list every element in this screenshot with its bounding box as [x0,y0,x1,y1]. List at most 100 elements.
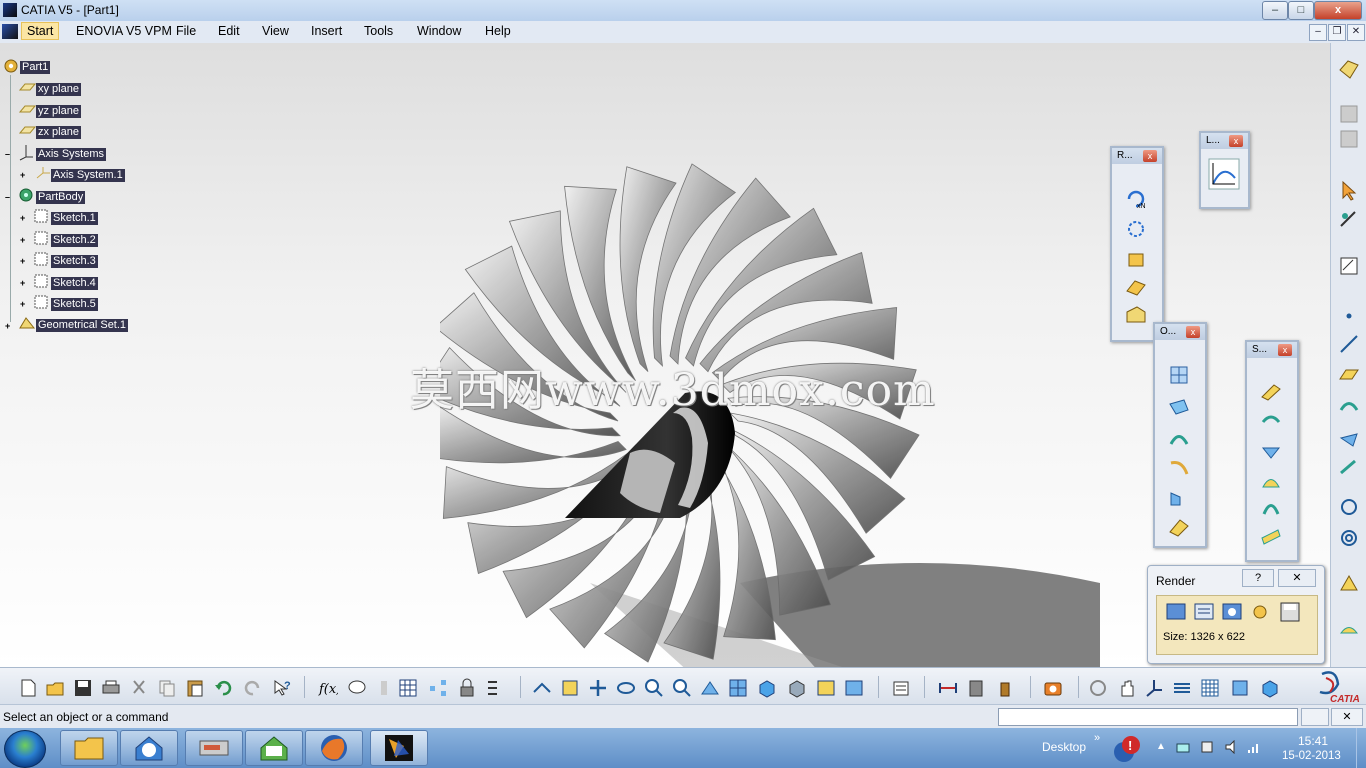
boundary-icon[interactable] [1168,487,1190,509]
taskbar-app-3[interactable] [185,730,243,766]
comment-icon[interactable] [347,678,367,698]
tree-node-xy-plane[interactable]: xy plane [36,83,81,96]
trim-icon[interactable] [1168,457,1190,479]
mdi-close-button[interactable]: ✕ [1347,24,1365,41]
surface-tool-icon[interactable] [1338,395,1360,417]
tree-node-sketch-2[interactable]: Sketch.2 [51,234,98,247]
extrude-surface-icon[interactable] [1260,380,1282,402]
tree-node-sketch-5[interactable]: Sketch.5 [51,298,98,311]
menu-edit[interactable]: Edit [216,24,242,38]
menu-help[interactable]: Help [483,24,513,38]
save-icon[interactable] [73,678,93,698]
tree-root-part1[interactable]: Part1 [20,61,51,74]
taskbar-firefox[interactable] [305,730,363,766]
hide-show-icon[interactable] [816,678,836,698]
line-icon[interactable] [1338,333,1360,355]
cmd-option-button[interactable] [1301,708,1329,726]
split-icon[interactable] [1168,427,1190,449]
sequence-icon[interactable] [485,678,505,698]
circle-icon[interactable] [1338,496,1360,518]
refresh-icon[interactable] [1088,678,1108,698]
hide-disabled-icon[interactable] [1338,128,1360,150]
show-desktop-button[interactable] [1356,728,1366,768]
taskbar-catia[interactable] [370,730,428,766]
3d-viewport[interactable]: Part1 xy plane yz plane zx plane – Axis … [0,43,1330,667]
sketch-tool-icon[interactable] [1338,255,1360,277]
measure-inertia-icon[interactable] [995,678,1015,698]
tree-node-yz-plane[interactable]: yz plane [36,105,81,118]
point-icon[interactable] [1338,305,1360,327]
zoom-out-icon[interactable] [672,678,692,698]
workbench-icon[interactable] [1338,58,1360,80]
box-view-icon[interactable] [1260,678,1280,698]
knowledge-disabled-icon[interactable] [374,678,394,698]
menu-window[interactable]: Window [415,24,463,38]
measure-between-icon[interactable] [938,678,958,698]
usb-icon[interactable] [1200,740,1214,754]
network-icon[interactable] [1176,740,1190,754]
close-button[interactable]: x [1314,1,1362,20]
tree-node-axis-system-1[interactable]: Axis System.1 [51,169,125,182]
whats-this-icon[interactable]: ? [272,678,292,698]
tree-expand-icon[interactable]: + [20,236,27,245]
signal-icon[interactable] [1247,740,1261,754]
render-shot-icon[interactable] [1165,601,1187,623]
sweep-surface-icon[interactable] [1260,497,1282,519]
cut-icon[interactable] [129,678,149,698]
tree-expand-icon[interactable]: + [20,300,27,309]
close-icon[interactable]: x [1186,326,1200,338]
close-icon[interactable]: x [1143,150,1157,162]
undo-icon[interactable] [213,678,233,698]
tree-expand-icon[interactable]: + [20,214,27,223]
catalog-icon[interactable] [891,678,911,698]
desktop-toolbar-label[interactable]: Desktop [1042,740,1086,754]
menu-insert[interactable]: Insert [309,24,344,38]
mdi-minimize-button[interactable]: – [1309,24,1327,41]
fit-all-icon[interactable] [560,678,580,698]
tree-graph-icon[interactable] [428,678,448,698]
shading-icon[interactable] [787,678,807,698]
tree-expand-icon[interactable]: + [20,257,27,266]
sweep-tool-icon[interactable] [1338,456,1360,478]
render-light-icon[interactable] [1249,601,1271,623]
maximize-button[interactable]: □ [1288,1,1314,20]
grid-icon[interactable] [1200,678,1220,698]
render-camera-icon[interactable] [1221,601,1243,623]
tree-expand-icon[interactable]: + [5,322,12,331]
formula-icon[interactable]: f(x) [318,678,338,698]
taskbar-hp[interactable] [120,730,178,766]
select-disabled-icon[interactable] [1338,103,1360,125]
environment-icon[interactable] [1125,304,1147,326]
pan-icon[interactable] [588,678,608,698]
menu-tools[interactable]: Tools [362,24,395,38]
redo-icon[interactable] [243,678,263,698]
menu-view[interactable]: View [260,24,291,38]
lamp-icon[interactable] [1125,248,1147,270]
hand-icon[interactable] [1117,678,1137,698]
paste-icon[interactable] [185,678,205,698]
offset-surface-icon[interactable] [1260,470,1282,492]
tray-expand-icon[interactable]: ▲ [1156,741,1166,752]
axis-tool-icon[interactable] [1144,678,1164,698]
close-button[interactable]: ✕ [1278,569,1316,587]
save-icon[interactable] [1279,601,1301,623]
toolbar-expand-icon[interactable]: » [1094,732,1100,744]
menu-enovia[interactable]: ENOVIA V5 VPM [74,24,174,38]
tree-node-zx-plane[interactable]: zx plane [36,126,81,139]
extrapolate-icon[interactable] [1168,396,1190,418]
fly-icon[interactable] [532,678,552,698]
rotate-icon[interactable] [616,678,636,698]
extract-icon[interactable] [1168,516,1190,538]
copy-icon[interactable] [157,678,177,698]
snap-icon[interactable] [1338,209,1360,231]
capture-icon[interactable] [1043,678,1063,698]
open-icon[interactable] [45,678,65,698]
law-curve-icon[interactable] [1208,158,1240,190]
select-arrow-icon[interactable] [1338,180,1360,202]
revolve-surface-icon[interactable] [1260,410,1282,432]
analysis-icon[interactable] [1338,573,1360,595]
tree-expand-icon[interactable]: + [20,279,27,288]
mdi-restore-button[interactable]: ❐ [1328,24,1346,41]
print-icon[interactable] [101,678,121,698]
plane-tool-icon[interactable] [1338,363,1360,385]
